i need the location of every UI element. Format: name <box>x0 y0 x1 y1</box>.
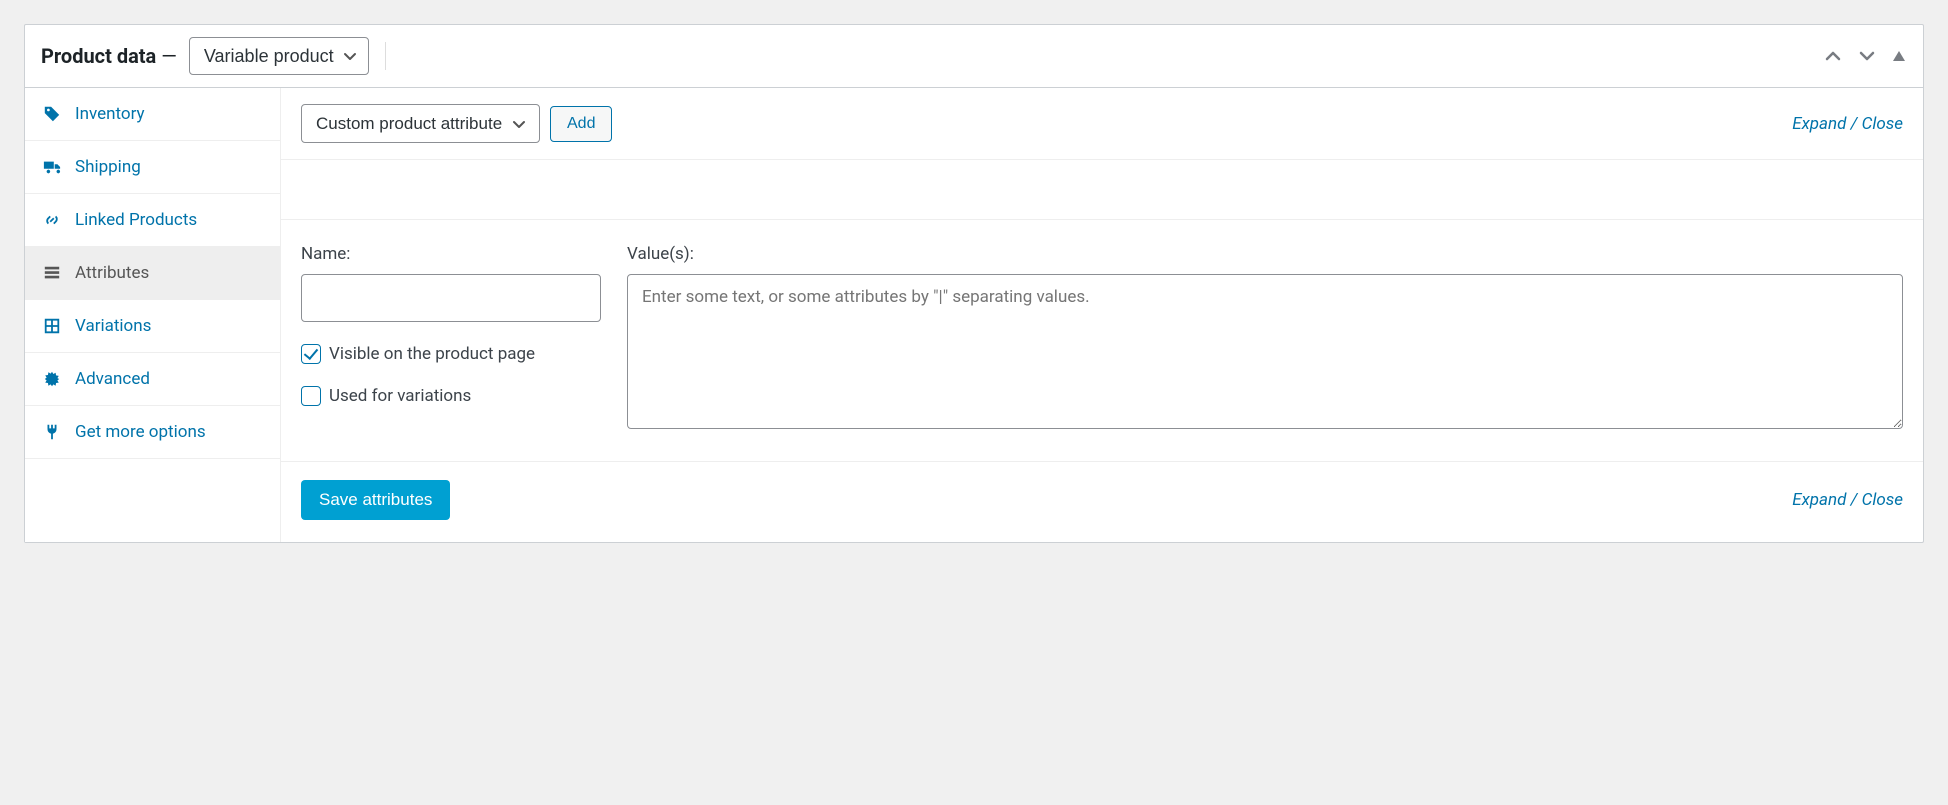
save-attributes-button[interactable]: Save attributes <box>301 480 450 520</box>
expand-close-separator: / <box>1846 490 1861 510</box>
sidebar: Inventory Shipping Linked Products Attri… <box>25 88 281 542</box>
values-label: Value(s): <box>627 244 1903 264</box>
sidebar-item-label: Shipping <box>75 157 141 177</box>
content-area: Custom product attribute Add Expand / Cl… <box>281 88 1923 542</box>
expand-close-bottom: Expand / Close <box>1792 490 1903 510</box>
plug-icon <box>43 423 61 441</box>
header-divider <box>385 42 386 70</box>
sidebar-item-label: Advanced <box>75 369 150 389</box>
tag-icon <box>43 105 61 123</box>
panel-title-text: Product data <box>41 44 156 68</box>
expand-link[interactable]: Expand <box>1792 490 1846 510</box>
used-for-variations-label: Used for variations <box>329 386 471 406</box>
add-attribute-button[interactable]: Add <box>550 106 612 142</box>
grid-icon <box>43 317 61 335</box>
close-link[interactable]: Close <box>1862 490 1903 510</box>
attribute-type-select[interactable]: Custom product attribute <box>301 104 540 143</box>
header-actions <box>1823 46 1907 66</box>
sidebar-item-shipping[interactable]: Shipping <box>25 141 280 194</box>
attribute-footer: Save attributes Expand / Close <box>281 462 1923 542</box>
visible-checkbox[interactable] <box>301 344 321 364</box>
sidebar-item-label: Inventory <box>75 104 145 124</box>
product-data-panel: Product data — Variable product <box>24 24 1924 543</box>
panel-title: Product data — <box>41 44 177 68</box>
truck-icon <box>43 158 61 176</box>
sidebar-item-get-more-options[interactable]: Get more options <box>25 406 280 459</box>
visible-checkbox-row: Visible on the product page <box>301 344 601 364</box>
name-label: Name: <box>301 244 601 264</box>
panel-header: Product data — Variable product <box>25 25 1923 88</box>
used-for-variations-checkbox[interactable] <box>301 386 321 406</box>
expand-link[interactable]: Expand <box>1792 114 1846 134</box>
move-down-icon[interactable] <box>1857 46 1877 66</box>
attribute-toolbar: Custom product attribute Add Expand / Cl… <box>281 88 1923 160</box>
move-up-icon[interactable] <box>1823 46 1843 66</box>
gear-icon <box>43 370 61 388</box>
attribute-row: Name: Visible on the product page Used f… <box>281 220 1923 462</box>
panel-body: Inventory Shipping Linked Products Attri… <box>25 88 1923 542</box>
list-icon <box>43 264 61 282</box>
link-icon <box>43 211 61 229</box>
sidebar-item-label: Attributes <box>75 263 149 283</box>
close-link[interactable]: Close <box>1862 114 1903 134</box>
sidebar-item-advanced[interactable]: Advanced <box>25 353 280 406</box>
sidebar-item-variations[interactable]: Variations <box>25 300 280 353</box>
expand-close-separator: / <box>1846 114 1861 134</box>
product-type-select[interactable]: Variable product <box>189 37 369 75</box>
sidebar-item-inventory[interactable]: Inventory <box>25 88 280 141</box>
sidebar-item-label: Variations <box>75 316 151 336</box>
attribute-values-textarea[interactable] <box>627 274 1903 429</box>
expand-close-top: Expand / Close <box>1792 114 1903 134</box>
attribute-header-spacer <box>281 160 1923 220</box>
visible-checkbox-label: Visible on the product page <box>329 344 535 364</box>
attribute-values-column: Value(s): <box>627 244 1903 433</box>
toggle-panel-icon[interactable] <box>1891 48 1907 64</box>
used-for-variations-row: Used for variations <box>301 386 601 406</box>
sidebar-item-label: Linked Products <box>75 210 197 230</box>
sidebar-item-linked-products[interactable]: Linked Products <box>25 194 280 247</box>
panel-title-dash: — <box>161 44 177 68</box>
attribute-name-input[interactable] <box>301 274 601 322</box>
sidebar-item-attributes[interactable]: Attributes <box>25 247 280 300</box>
sidebar-item-label: Get more options <box>75 422 206 442</box>
attribute-name-column: Name: Visible on the product page Used f… <box>301 244 601 406</box>
